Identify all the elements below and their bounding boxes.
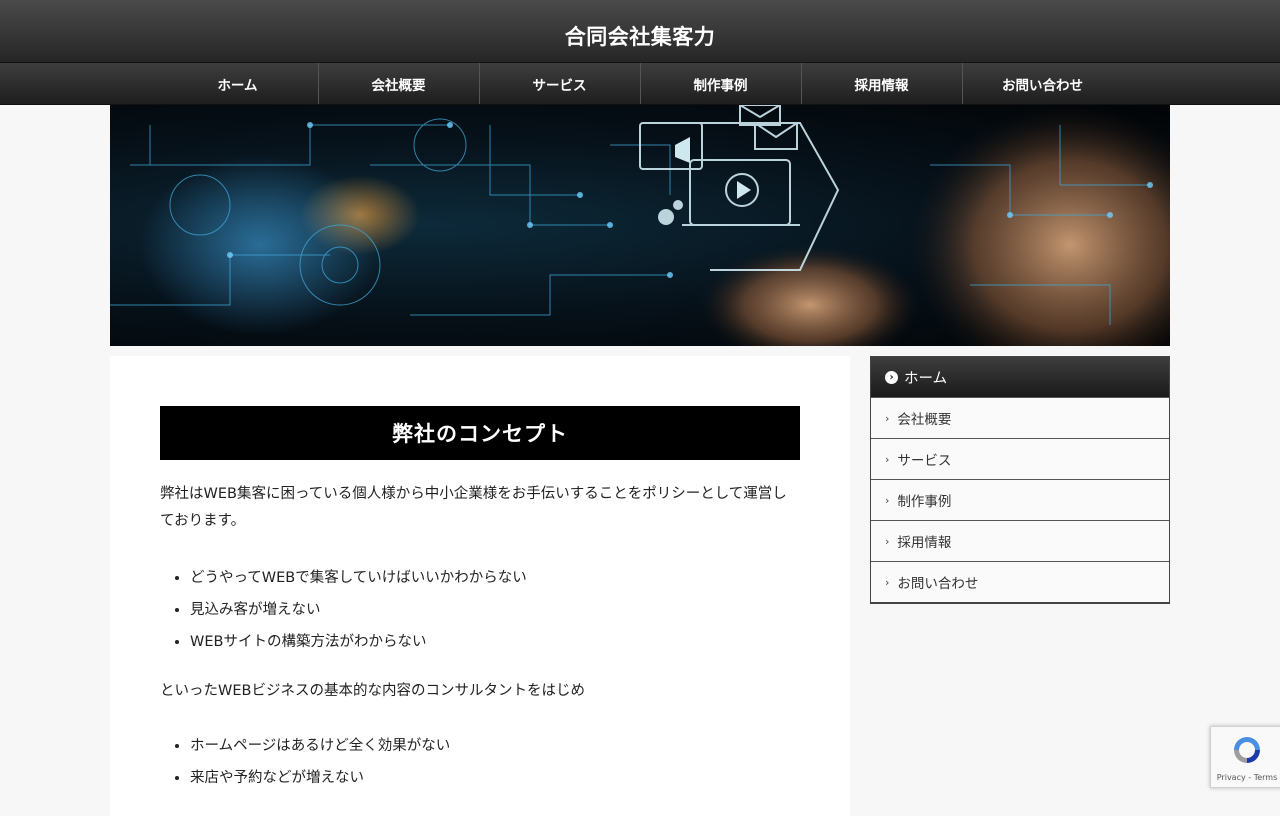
- sidebar-menu: › ホーム › 会社概要 › サービス › 制作事例 › 採用情報 › お問い合…: [870, 356, 1170, 604]
- chevron-right-icon: ›: [885, 452, 890, 466]
- sidebar-item-service[interactable]: › サービス: [871, 438, 1169, 479]
- concept-heading: 弊社のコンセプト: [160, 406, 800, 460]
- mid-paragraph: といったWEBビジネスの基本的な内容のコンサルタントをはじめ: [160, 683, 585, 699]
- content-body: 弊社はWEB集客に困っている個人様から中小企業様をお手伝いすることをポリシーとし…: [160, 481, 800, 794]
- sidebar-item-label: 会社概要: [897, 412, 952, 428]
- list-item: どうやってWEBで集客していけばいいかわからない: [190, 562, 800, 594]
- recaptcha-terms[interactable]: Privacy - Terms: [1211, 773, 1280, 782]
- sidebar-item-works[interactable]: › 制作事例: [871, 479, 1169, 520]
- nav-item-home[interactable]: ホーム: [158, 63, 318, 104]
- sidebar-item-label: サービス: [897, 453, 952, 469]
- chevron-right-icon: ›: [885, 534, 890, 548]
- nav-item-company[interactable]: 会社概要: [317, 63, 479, 104]
- list-item: 来店や予約などが増えない: [190, 762, 800, 794]
- sidebar-item-label: お問い合わせ: [897, 576, 979, 592]
- nav-item-works[interactable]: 制作事例: [639, 63, 801, 104]
- nav-item-contact[interactable]: お問い合わせ: [961, 63, 1123, 104]
- sidebar-item-home[interactable]: › ホーム: [871, 357, 1169, 397]
- site-header: 合同会社集客力: [0, 0, 1280, 63]
- recaptcha-badge[interactable]: Privacy - Terms: [1210, 726, 1280, 788]
- problem-list: どうやってWEBで集客していけばいいかわからない 見込み客が増えない WEBサイ…: [160, 562, 800, 658]
- chevron-circle-icon: ›: [885, 370, 898, 384]
- chevron-right-icon: ›: [885, 411, 890, 425]
- sidebar-item-recruit[interactable]: › 採用情報: [871, 520, 1169, 561]
- list-item: 見込み客が増えない: [190, 594, 800, 626]
- list-item: WEBサイトの構築方法がわからない: [190, 626, 800, 658]
- main-content: 弊社のコンセプト 弊社はWEB集客に困っている個人様から中小企業様をお手伝いする…: [110, 356, 850, 816]
- site-title[interactable]: 合同会社集客力: [565, 21, 716, 51]
- chevron-right-icon: ›: [885, 575, 890, 589]
- sidebar-item-label: 制作事例: [897, 494, 952, 510]
- sidebar-item-contact[interactable]: › お問い合わせ: [871, 561, 1169, 602]
- hero-illustration: [110, 105, 1170, 346]
- intro-paragraph: 弊社はWEB集客に困っている個人様から中小企業様をお手伝いすることをポリシーとし…: [160, 486, 787, 529]
- sidebar-item-label: ホーム: [904, 370, 948, 387]
- chevron-right-icon: ›: [885, 493, 890, 507]
- sidebar-item-label: 採用情報: [897, 535, 952, 551]
- nav-item-recruit[interactable]: 採用情報: [800, 63, 962, 104]
- problem-list-2: ホームページはあるけど全く効果がない 来店や予約などが増えない: [160, 730, 800, 794]
- sidebar-item-company[interactable]: › 会社概要: [871, 397, 1169, 438]
- recaptcha-icon: [1234, 737, 1260, 763]
- list-item: ホームページはあるけど全く効果がない: [190, 730, 800, 762]
- hero-image: [110, 105, 1170, 346]
- main-nav: ホーム 会社概要 サービス 制作事例 採用情報 お問い合わせ: [0, 63, 1280, 105]
- nav-item-service[interactable]: サービス: [478, 63, 640, 104]
